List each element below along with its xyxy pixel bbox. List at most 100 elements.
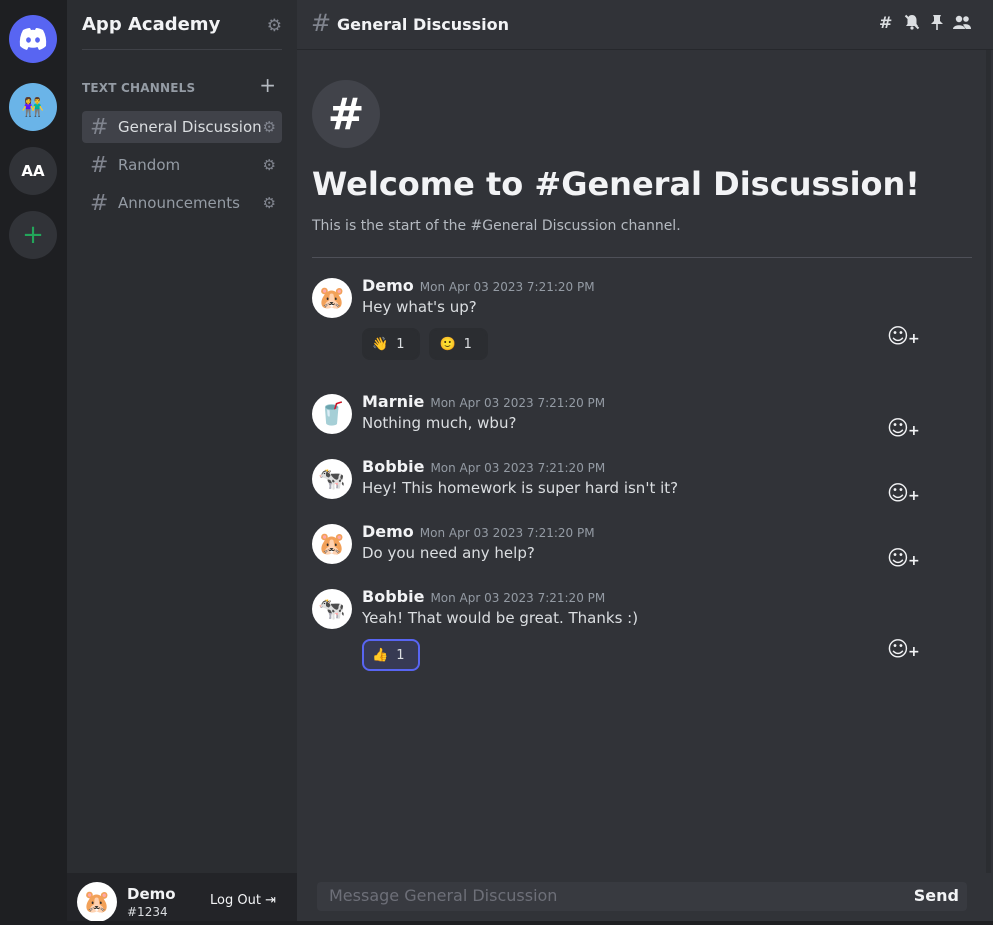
message-author[interactable]: Marnie Mon Apr 03 2023 7:21:20 PM [362, 392, 605, 411]
channel-hash-avatar: # [312, 80, 380, 148]
gear-icon[interactable]: ⚙ [267, 16, 282, 36]
pin-icon[interactable] [929, 13, 945, 35]
members-icon[interactable] [952, 13, 972, 35]
scrollbar[interactable] [986, 50, 991, 873]
add-reaction-button[interactable]: ☺ + [887, 637, 921, 661]
discord-logo-icon [19, 28, 47, 50]
reactions: 👍 1 [362, 639, 421, 671]
reaction-thumbs-up[interactable]: 👍 1 [362, 639, 421, 671]
message-timestamp: Mon Apr 03 2023 7:21:20 PM [430, 461, 606, 475]
message-text: Do you need any help? [362, 544, 535, 562]
reaction-count: 1 [396, 336, 405, 352]
plus-icon: + [22, 220, 44, 250]
wave-emoji-icon: 👋 [372, 336, 389, 352]
welcome-subtitle: This is the start of the #General Discus… [312, 218, 681, 234]
people-icon: 👫 [21, 96, 45, 118]
thumbs-up-emoji-icon: 👍 [372, 647, 389, 663]
gear-icon[interactable]: ⚙ [263, 118, 276, 136]
server-app-academy[interactable]: 👫 [9, 83, 57, 131]
category-label: TEXT CHANNELS [82, 81, 196, 95]
message-input[interactable] [329, 886, 889, 905]
add-reaction-button[interactable]: ☺ + [887, 546, 921, 570]
message-author[interactable]: Demo Mon Apr 03 2023 7:21:20 PM [362, 276, 595, 295]
channel-label: Announcements [118, 194, 240, 212]
avatar[interactable]: 🐹 [312, 524, 352, 564]
gear-icon[interactable]: ⚙ [263, 194, 276, 212]
channel-header: # General Discussion # [297, 0, 993, 50]
message-timestamp: Mon Apr 03 2023 7:21:20 PM [430, 591, 606, 605]
hamster-avatar-icon: 🐹 [83, 889, 111, 915]
smile-emoji-icon: 🙂 [439, 336, 456, 352]
avatar[interactable]: 🐄 [312, 459, 352, 499]
message-text: Hey! This homework is super hard isn't i… [362, 479, 679, 497]
plus-icon: + [908, 423, 920, 439]
message-composer: Send [317, 882, 967, 911]
channel-label: Random [118, 156, 181, 174]
logout-button[interactable]: Log Out ⇥ [210, 893, 276, 908]
server-aa[interactable]: AA [9, 147, 57, 195]
cup-avatar-icon: 🥤 [318, 401, 346, 427]
plus-icon: + [908, 553, 920, 569]
avatar[interactable]: 🐄 [312, 589, 352, 629]
message-text: Yeah! That would be great. Thanks :) [362, 609, 639, 627]
main-chat: # General Discussion # # Welcome to #Gen… [297, 0, 993, 925]
plus-icon: + [908, 488, 920, 504]
add-channel-icon[interactable]: + [259, 73, 276, 97]
message-text: Nothing much, wbu? [362, 414, 517, 432]
hamster-avatar-icon: 🐹 [318, 531, 346, 557]
user-name: Demo [127, 885, 176, 903]
mute-bell-icon[interactable] [903, 13, 921, 35]
channel-sidebar: App Academy ⚙ TEXT CHANNELS + # General … [67, 0, 297, 925]
channel-label: General Discussion [118, 118, 262, 136]
smiley-icon: ☺ [887, 324, 909, 348]
add-reaction-button[interactable]: ☺ + [887, 416, 921, 440]
message-author[interactable]: Bobbie Mon Apr 03 2023 7:21:20 PM [362, 587, 605, 606]
reactions: 👋 1 🙂 1 [362, 328, 488, 360]
user-panel: 🐹 Demo #1234 Log Out ⇥ [67, 873, 297, 925]
message-timestamp: Mon Apr 03 2023 7:21:20 PM [419, 526, 595, 540]
server-abbr: AA [21, 162, 45, 180]
reaction-count: 1 [463, 336, 472, 352]
home-button[interactable] [9, 15, 57, 63]
message-timestamp: Mon Apr 03 2023 7:21:20 PM [419, 280, 595, 294]
cow-avatar-icon: 🐄 [318, 596, 346, 622]
divider [312, 257, 972, 258]
server-header[interactable]: App Academy ⚙ [67, 0, 297, 50]
logout-label: Log Out [210, 893, 261, 908]
message-timestamp: Mon Apr 03 2023 7:21:20 PM [430, 396, 606, 410]
channel-general-discussion[interactable]: # General Discussion ⚙ [82, 111, 282, 143]
server-name: App Academy [82, 14, 221, 35]
smiley-icon: ☺ [887, 546, 909, 570]
user-tag: #1234 [127, 905, 168, 919]
reaction-count: 1 [396, 647, 405, 663]
message-author[interactable]: Demo Mon Apr 03 2023 7:21:20 PM [362, 522, 595, 541]
hashtag-icon: # [311, 9, 332, 37]
plus-icon: + [908, 331, 920, 347]
add-reaction-button[interactable]: ☺ + [887, 481, 921, 505]
channel-random[interactable]: # Random ⚙ [82, 149, 282, 181]
message-text: Hey what's up? [362, 298, 477, 316]
send-button[interactable]: Send [914, 886, 959, 905]
smiley-icon: ☺ [887, 637, 909, 661]
add-reaction-button[interactable]: ☺ + [887, 324, 921, 348]
channel-announcements[interactable]: # Announcements ⚙ [82, 187, 282, 219]
smiley-icon: ☺ [887, 481, 909, 505]
reaction-smile[interactable]: 🙂 1 [429, 328, 488, 360]
reaction-wave[interactable]: 👋 1 [362, 328, 421, 360]
avatar[interactable]: 🐹 [77, 882, 117, 922]
smiley-icon: ☺ [887, 416, 909, 440]
welcome-title: Welcome to #General Discussion! [312, 165, 920, 203]
hashtag-icon[interactable]: # [879, 13, 892, 32]
hashtag-icon: # [90, 114, 109, 140]
avatar[interactable]: 🥤 [312, 394, 352, 434]
hamster-avatar-icon: 🐹 [318, 285, 346, 311]
server-rail: 👫 AA + [0, 0, 67, 925]
logout-icon: ⇥ [265, 893, 276, 908]
add-server-button[interactable]: + [9, 211, 57, 259]
message-author[interactable]: Bobbie Mon Apr 03 2023 7:21:20 PM [362, 457, 605, 476]
avatar[interactable]: 🐹 [312, 278, 352, 318]
hashtag-icon: # [90, 190, 109, 216]
gear-icon[interactable]: ⚙ [263, 156, 276, 174]
plus-icon: + [908, 644, 920, 660]
channel-title: General Discussion [337, 15, 510, 34]
